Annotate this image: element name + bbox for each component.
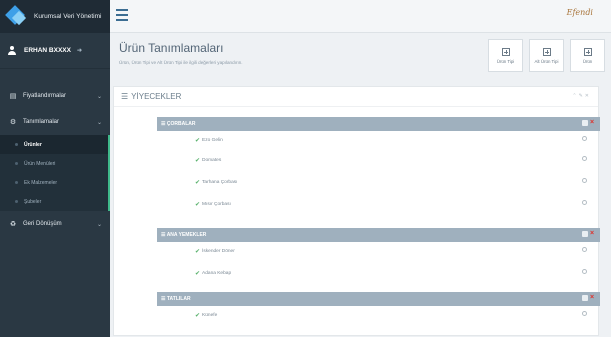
gear-icon[interactable] (582, 136, 587, 141)
check-icon: ✔ (195, 137, 201, 144)
check-icon: ✔ (195, 157, 201, 164)
close-icon[interactable]: ✕ (585, 93, 591, 99)
gear-icon[interactable] (582, 269, 587, 274)
add-sub-product-type-button[interactable]: Alt Ürün Tipi (529, 39, 564, 72)
chevron-down-icon: ⌄ (96, 119, 102, 126)
edit-icon[interactable] (582, 120, 588, 126)
category-title: ☰ ÇORBALAR (161, 121, 196, 127)
sidebar-item-geri-donusum[interactable]: ♻ Geri Dönüşüm ⌄ (0, 211, 110, 237)
panel-title: YİYECEKLER (131, 92, 182, 101)
sidebar-submenu: Ürünler Ürün Menüleri Ek Malzemeler Şube… (0, 135, 110, 211)
top-logo: Efendi (566, 8, 593, 17)
check-icon: ✔ (195, 248, 201, 255)
sidebar-menu: ▤ Fiyatlandırmalar ⌄ ⚙ Tanımlamalar ⌄ Ür… (0, 83, 110, 237)
add-product-type-button[interactable]: Ürün Tipi (488, 39, 523, 72)
sidebar-subitem-subeler[interactable]: Şubeler (0, 192, 108, 211)
edit-icon[interactable] (582, 295, 588, 301)
list-item[interactable]: ✔ Tarhana Çorbası (195, 173, 597, 191)
list-item[interactable]: ✔ Künefe (195, 306, 597, 324)
list-item[interactable]: ✔ Adana Kebap (195, 264, 597, 282)
chevron-down-icon: ⌄ (96, 93, 102, 100)
panel-header: ☰ YİYECEKLER (114, 87, 598, 107)
delete-icon[interactable]: × (590, 230, 596, 237)
category-bar-corbalar[interactable]: ☰ ÇORBALAR × (157, 117, 600, 131)
top-bar: Efendi (110, 0, 611, 33)
user-menu[interactable]: ERHAN BXXXX ➜ (0, 33, 110, 69)
sidebar-item-label: Tanımlamalar (23, 119, 60, 125)
cogs-icon: ⚙ (9, 119, 17, 126)
sidebar: Kurumsal Veri Yönetimi ERHAN BXXXX ➜ ▤ F… (0, 0, 110, 337)
table-icon: ▤ (9, 93, 17, 100)
gear-icon[interactable] (582, 178, 587, 183)
button-label: Ürün (582, 58, 593, 64)
chevron-down-icon: ⌄ (96, 221, 102, 228)
gear-icon[interactable] (582, 200, 587, 205)
sidebar-item-fiyatlandirmalar[interactable]: ▤ Fiyatlandırmalar ⌄ (0, 83, 110, 109)
category-title: ☰ ANA YEMEKLER (161, 232, 207, 238)
list-icon: ☰ (121, 92, 129, 101)
sidebar-item-label: Geri Dönüşüm (23, 221, 62, 227)
button-label: Alt Ürün Tipi (534, 58, 559, 64)
main-content: Ürün Tanımlamaları Ürün, Ürün Tipi ve Al… (110, 33, 611, 337)
plus-square-icon (542, 47, 551, 56)
action-buttons: Ürün Tipi Alt Ürün Tipi Ürün (488, 39, 605, 72)
sidebar-subitem-ek-malzemeler[interactable]: Ek Malzemeler (0, 173, 108, 192)
sidebar-subitem-urunler[interactable]: Ürünler (0, 135, 108, 154)
gear-icon[interactable] (582, 311, 587, 316)
brand-name: Kurumsal Veri Yönetimi (34, 13, 102, 20)
plus-square-icon (583, 47, 592, 56)
category-title: ☰ TATLILAR (161, 296, 191, 302)
hamburger-menu-icon[interactable] (116, 9, 128, 21)
delete-icon[interactable]: × (590, 119, 596, 126)
category-bar-ana-yemekler[interactable]: ☰ ANA YEMEKLER × (157, 228, 600, 242)
sidebar-item-label: Fiyatlandırmalar (23, 93, 67, 99)
sidebar-subitem-urun-menuleri[interactable]: Ürün Menüleri (0, 154, 108, 173)
gear-icon[interactable] (582, 156, 587, 161)
gear-icon[interactable] (582, 247, 587, 252)
brand[interactable]: Kurumsal Veri Yönetimi (0, 0, 110, 33)
user-icon (8, 46, 16, 55)
plus-square-icon (501, 47, 510, 56)
panel-tools: ⌃✎✕ (572, 93, 591, 99)
signout-arrow-icon[interactable]: ➜ (77, 47, 82, 54)
add-product-button[interactable]: Ürün (570, 39, 605, 72)
list-item[interactable]: ✔ Mısır Çorbası (195, 195, 597, 213)
user-name: ERHAN BXXXX (24, 47, 71, 54)
button-label: Ürün Tipi (496, 58, 515, 64)
list-item[interactable]: ✔ İskender Döner (195, 242, 597, 260)
check-icon: ✔ (195, 201, 201, 208)
sidebar-item-tanimlamalar[interactable]: ⚙ Tanımlamalar ⌄ (0, 109, 110, 135)
list-item[interactable]: ✔ Ezo Gelin (195, 131, 597, 149)
food-panel: ☰ YİYECEKLER ⌃✎✕ ☰ ÇORBALAR × ✔ Ezo Gelin… (113, 86, 600, 336)
page-title: Ürün Tanımlamaları (119, 41, 224, 55)
page-subtitle: Ürün, Ürün Tipi ve Alt Ürün Tipi ile ilg… (119, 60, 243, 65)
delete-icon[interactable]: × (590, 294, 596, 301)
category-bar-tatlilar[interactable]: ☰ TATLILAR × (157, 292, 600, 306)
check-icon: ✔ (195, 312, 201, 319)
brand-logo-icon (5, 4, 28, 28)
check-icon: ✔ (195, 270, 201, 277)
list-item[interactable]: ✔ Domates (195, 151, 597, 169)
recycle-icon: ♻ (9, 221, 17, 228)
check-icon: ✔ (195, 179, 201, 186)
edit-icon[interactable] (582, 231, 588, 237)
